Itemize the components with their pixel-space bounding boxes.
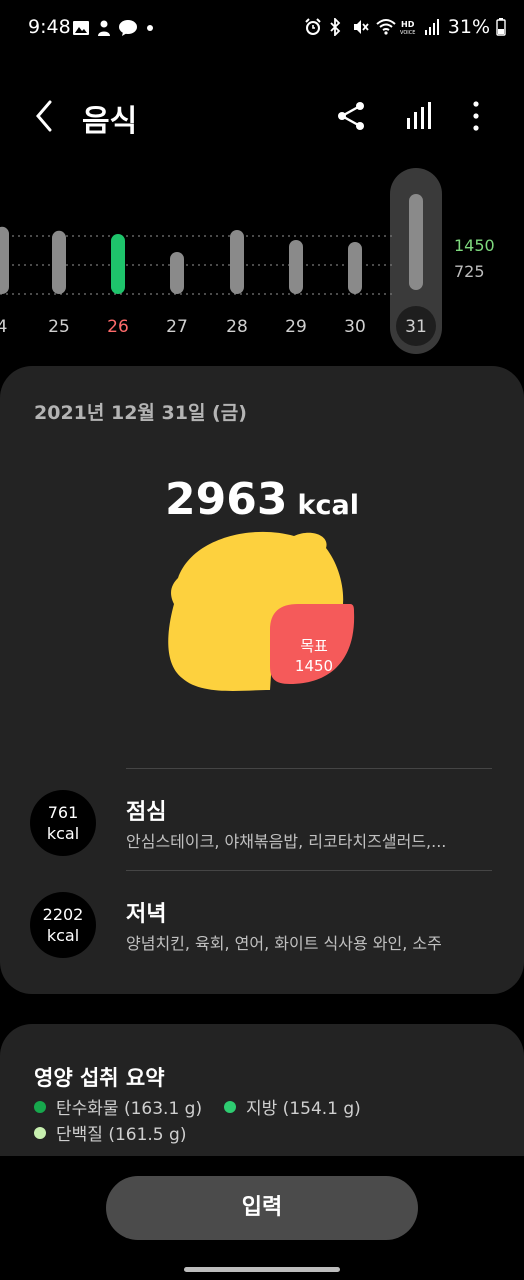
day-label-25: 25	[48, 317, 70, 337]
battery-icon	[496, 18, 506, 36]
legend-fat: 지방 (154.1 g)	[224, 1094, 361, 1119]
bar-day-25	[52, 230, 66, 294]
carbs-label: 탄수화물 (163.1 g)	[56, 1099, 203, 1119]
daily-chart-svg: 4 25 26 27 28 29 30 31	[0, 168, 442, 354]
talk-icon	[118, 19, 137, 37]
nutrition-title: 영양 섭취 요약	[34, 1066, 165, 1090]
carbs-dot-icon	[34, 1100, 46, 1113]
bar-day-28	[230, 230, 244, 294]
mute-icon	[352, 18, 370, 36]
person-icon	[95, 19, 113, 37]
bar-day-4	[0, 226, 9, 294]
meal-kcal-value: 761	[47, 803, 79, 822]
svg-text:HD: HD	[401, 20, 415, 29]
legend-carbs: 탄수화물 (163.1 g)	[34, 1094, 202, 1119]
battery-percent: 31%	[447, 16, 490, 38]
bar-day-31	[409, 194, 423, 290]
more-vertical-icon	[473, 101, 479, 131]
share-button[interactable]	[332, 96, 372, 136]
day-label-29: 29	[285, 317, 307, 337]
meal-kcal-unit: kcal	[46, 824, 80, 843]
divider	[126, 768, 492, 769]
share-icon	[338, 102, 364, 130]
day-label-27: 27	[166, 317, 188, 337]
status-time: 9:48	[28, 16, 71, 38]
daily-calorie-chart[interactable]: 4 25 26 27 28 29 30 31 1450 725	[0, 168, 524, 358]
day-label-4: 4	[0, 317, 7, 337]
status-notification-icons	[72, 19, 159, 37]
meal-row-dinner[interactable]: 2202 kcal 저녁 양념치킨, 육회, 연어, 화이트 식사용 와인, 소…	[0, 872, 524, 972]
goal-blob-label: 목표 1450	[276, 636, 352, 676]
wifi-icon	[376, 18, 396, 36]
fat-dot-icon	[224, 1100, 236, 1113]
goal-value: 1450	[294, 657, 334, 675]
meal-kcal-unit: kcal	[46, 926, 80, 945]
bluetooth-icon	[328, 16, 346, 38]
dot-icon	[141, 19, 159, 37]
chart-button[interactable]	[398, 96, 438, 136]
signal-icon	[424, 18, 442, 36]
fat-label: 지방 (154.1 g)	[246, 1099, 361, 1119]
meal-kcal-badge: 761 kcal	[30, 790, 96, 856]
day-label-30: 30	[344, 317, 366, 337]
bar-day-29	[289, 240, 303, 294]
bar-day-26	[111, 234, 125, 294]
page-title: 음식	[82, 104, 138, 139]
day-label-31: 31	[405, 317, 427, 337]
bar-day-30	[348, 242, 362, 294]
meal-row-lunch[interactable]: 761 kcal 점심 안심스테이크, 야채볶음밥, 리코타치즈샐러드,...	[0, 770, 524, 870]
meal-items: 안심스테이크, 야채볶음밥, 리코타치즈샐러드,...	[126, 832, 447, 851]
hd-voice-icon: HD VOICE	[400, 18, 418, 36]
back-button[interactable]	[26, 94, 66, 138]
more-options-button[interactable]	[458, 96, 494, 136]
legend-protein: 단백질 (161.5 g)	[34, 1120, 186, 1145]
meal-kcal-value: 2202	[42, 905, 84, 924]
food-screen: 9:48 HD VOICE 31% 음식 4 25 26 27 28 29 30…	[0, 0, 524, 1280]
half-goal-line-label: 725	[454, 262, 485, 281]
svg-text:VOICE: VOICE	[400, 30, 415, 36]
day-label-26: 26	[107, 317, 129, 337]
total-kcal: 2963 kcal	[0, 474, 524, 525]
meal-name: 점심	[126, 800, 167, 825]
gallery-icon	[72, 19, 90, 37]
status-bar: 9:48 HD VOICE 31%	[0, 0, 524, 58]
daily-summary-card: 2021년 12월 31일 (금) 2963 kcal 목표 1450 761 k…	[0, 366, 524, 994]
status-system-icons: HD VOICE 31%	[304, 16, 506, 38]
protein-dot-icon	[34, 1126, 46, 1139]
total-kcal-value: 2963	[165, 474, 288, 525]
goal-label: 목표	[300, 637, 328, 655]
chart-icon	[407, 102, 431, 129]
home-indicator[interactable]	[184, 1267, 340, 1272]
total-kcal-unit: kcal	[297, 490, 359, 521]
meal-name: 저녁	[126, 902, 167, 927]
alarm-icon	[304, 18, 322, 36]
app-bar: 음식	[0, 80, 524, 152]
date-label: 2021년 12월 31일 (금)	[34, 402, 247, 424]
day-label-28: 28	[226, 317, 248, 337]
protein-label: 단백질 (161.5 g)	[56, 1125, 187, 1145]
chevron-left-icon	[36, 100, 52, 132]
meal-kcal-badge: 2202 kcal	[30, 892, 96, 958]
divider	[126, 870, 492, 871]
bar-day-27	[170, 252, 184, 294]
meal-items: 양념치킨, 육회, 연어, 화이트 식사용 와인, 소주	[126, 934, 442, 953]
input-button[interactable]: 입력	[106, 1176, 418, 1240]
goal-line-label: 1450	[454, 236, 495, 255]
